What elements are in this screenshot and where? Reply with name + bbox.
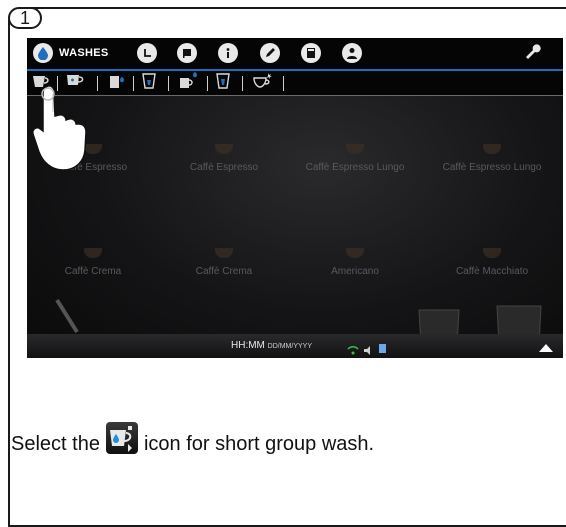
user-button[interactable] [342, 42, 362, 64]
status-bar: HH:MM DD/MM/YYYY [27, 334, 563, 358]
machine-display: WASHES Caffè Espresso Caffè Espresso Caf… [27, 38, 563, 358]
drink-label: Caffè Macchiato [455, 266, 529, 277]
drink-label: Caffè Espresso Lungo [305, 162, 405, 173]
info-button[interactable] [218, 42, 238, 64]
drink-tile[interactable]: Caffè Espresso Lungo [432, 144, 552, 173]
pencil-button[interactable] [260, 42, 280, 64]
top-menu-bar: WASHES [27, 38, 563, 71]
calculator-icon [301, 43, 321, 63]
step-number-badge: 1 [8, 7, 42, 29]
drink-label: Caffè Crema [195, 266, 253, 277]
separator [133, 76, 134, 91]
short-group-wash-icon [105, 422, 138, 454]
clock-button[interactable] [137, 42, 157, 64]
cup-status-icon [378, 341, 387, 358]
cup-icon [346, 248, 364, 258]
drink-tile[interactable]: Caffè Espresso Lungo [295, 144, 415, 173]
separator [97, 76, 98, 91]
drink-label: Caffè Espresso Lungo [442, 162, 542, 173]
instruction-before: Select the [11, 432, 100, 455]
cup-icon [84, 248, 102, 258]
separator [168, 76, 169, 91]
pencil-icon [260, 43, 280, 63]
chevron-up-icon[interactable] [539, 340, 553, 358]
calculator-button[interactable] [301, 42, 321, 64]
flag-button[interactable] [177, 42, 197, 64]
separator [207, 76, 208, 91]
milk-jug-wash-icon [177, 71, 199, 95]
milk-wash-button[interactable] [107, 74, 129, 92]
drink-label: Caffè Espresso [189, 162, 259, 173]
cup-icon [483, 144, 501, 154]
clock-readout: HH:MM DD/MM/YYYY [231, 340, 312, 351]
glass-wash-button[interactable] [141, 72, 157, 95]
glass-wash-2-button[interactable] [215, 72, 231, 95]
cup-icon [215, 144, 233, 154]
cappuccinatore-wash-button[interactable] [251, 72, 275, 95]
drink-label: Americano [331, 266, 379, 277]
cup-icon [483, 248, 501, 258]
separator [283, 76, 284, 91]
wrench-icon [523, 42, 541, 65]
flag-icon [177, 43, 197, 63]
drink-label: Caffè Crema [64, 266, 122, 277]
milk-jug-wash-button[interactable] [177, 71, 199, 95]
drink-tile[interactable]: Caffè Espresso [164, 144, 284, 173]
user-icon [342, 43, 362, 63]
settings-button[interactable] [523, 42, 541, 64]
washes-label: WASHES [59, 47, 109, 59]
wifi-icon [347, 342, 359, 358]
info-icon [218, 43, 238, 63]
step-number: 1 [19, 7, 30, 28]
speaker-icon [363, 342, 373, 358]
glass-wash-2-icon [215, 72, 231, 95]
clock-icon [137, 43, 157, 63]
cappuccinatore-wash-icon [251, 72, 275, 95]
instruction-text: Select the icon for short group wash. [11, 422, 375, 460]
drink-tile[interactable]: Caffè Crema [33, 248, 153, 277]
washes-tab[interactable] [33, 42, 53, 64]
touch-hand-icon [32, 85, 87, 171]
time-text: HH:MM [231, 340, 265, 351]
steam-wand-icon [55, 298, 79, 334]
milk-wash-icon [107, 72, 129, 95]
cup-icon [346, 144, 364, 154]
water-drop-icon [33, 43, 53, 63]
drink-tile[interactable]: Americano [295, 248, 415, 277]
cup-icon [215, 248, 233, 258]
separator [242, 76, 243, 91]
date-text: DD/MM/YYYY [267, 343, 313, 350]
drink-tile[interactable]: Caffè Macchiato [432, 248, 552, 277]
drink-tile[interactable]: Caffè Crema [164, 248, 284, 277]
instruction-after: icon for short group wash. [143, 432, 375, 455]
glass-wash-icon [141, 72, 157, 95]
wash-options-bar [27, 71, 563, 96]
